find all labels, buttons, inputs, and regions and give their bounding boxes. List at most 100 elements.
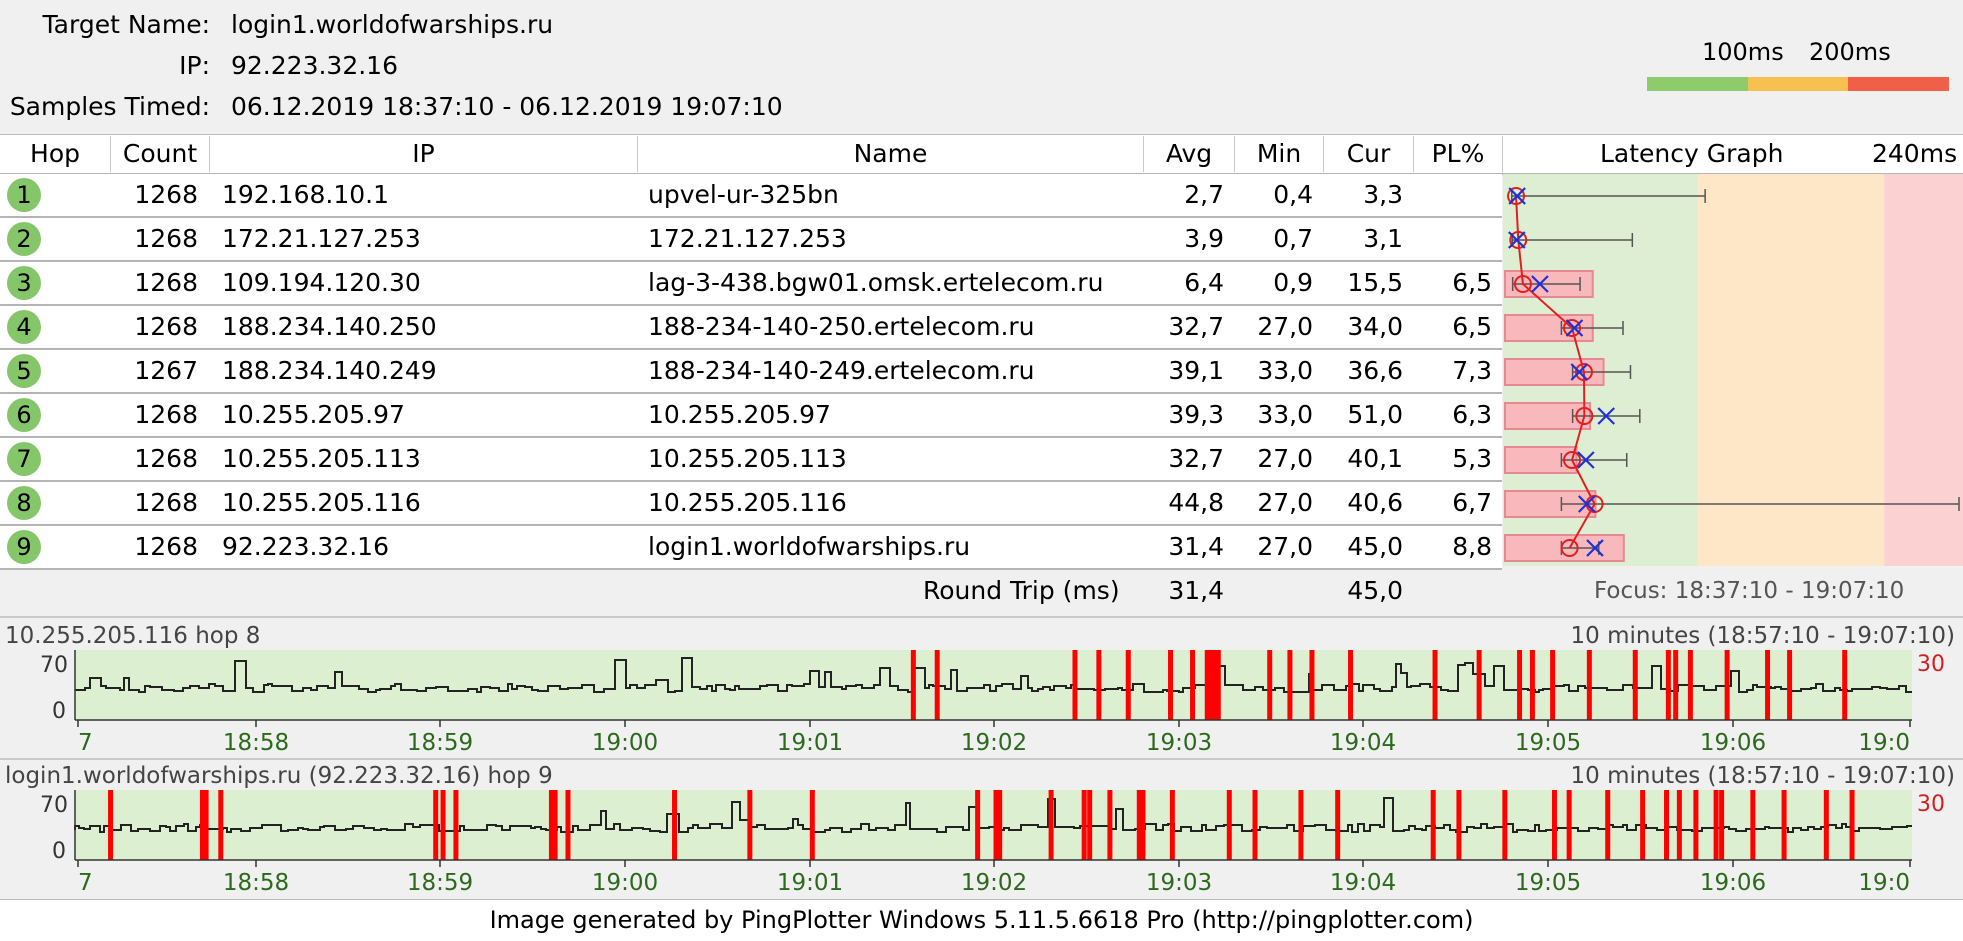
cur-cell: 15,5	[1347, 268, 1403, 297]
col-header-count[interactable]: Count	[111, 136, 210, 172]
mini-chart-title-hop9: login1.worldofwarships.ru (92.223.32.16)…	[5, 763, 553, 789]
x-tick-label: 18:59	[407, 730, 473, 756]
min-cell: 27,0	[1257, 444, 1313, 473]
packet-loss-marker	[1765, 650, 1771, 720]
count-cell: 1268	[134, 180, 198, 209]
packet-loss-marker	[433, 790, 439, 860]
table-row[interactable]: 4 1268 188.234.140.250 188-234-140-250.erte…	[0, 306, 1502, 350]
hop-badge: 5	[7, 354, 41, 388]
divider	[0, 758, 1963, 760]
packet-loss-marker	[975, 790, 981, 860]
ip-cell: 92.223.32.16	[222, 532, 389, 561]
packet-loss-marker	[1096, 650, 1102, 720]
table-row[interactable]: 5 1267 188.234.140.249 188-234-140-249.erte…	[0, 350, 1502, 394]
packet-loss-marker	[1081, 790, 1087, 860]
x-tick-label: 18:58	[223, 870, 289, 896]
packet-loss-marker	[910, 650, 916, 720]
table-row[interactable]: 3 1268 109.194.120.30 lag-3-438.bgw01.omsk.…	[0, 262, 1502, 306]
packet-loss-marker	[1432, 650, 1438, 720]
packet-loss-marker	[1125, 650, 1131, 720]
name-cell: 188-234-140-250.ertelecom.ru	[648, 312, 1035, 341]
packet-loss-marker	[1298, 790, 1304, 860]
x-tick-label: 19:04	[1330, 870, 1396, 896]
packet-loss-marker	[203, 790, 209, 860]
y-tick-top: 70	[40, 793, 68, 818]
packet-loss-marker	[1676, 790, 1682, 860]
col-header-min[interactable]: Min	[1235, 136, 1324, 172]
min-cell: 27,0	[1257, 312, 1313, 341]
x-tick-label: 19:02	[961, 730, 1027, 756]
round-trip-avg: 31,4	[1168, 576, 1224, 605]
x-tick-label: 7	[78, 870, 93, 896]
packet-loss-marker	[565, 790, 571, 860]
avg-cell: 44,8	[1168, 488, 1224, 517]
packet-loss-marker	[453, 790, 459, 860]
avg-cell: 32,7	[1168, 444, 1224, 473]
target-name-label: Target Name:	[42, 10, 210, 39]
packet-loss-marker	[1087, 790, 1093, 860]
table-row[interactable]: 6 1268 10.255.205.97 10.255.205.97 39,3 33,0 5…	[0, 394, 1502, 438]
count-cell: 1268	[134, 444, 198, 473]
ip-cell: 172.21.127.253	[222, 224, 421, 253]
col-header-ip[interactable]: IP	[210, 136, 638, 172]
cur-cell: 3,3	[1363, 180, 1403, 209]
x-tick-label: 19:0	[1858, 730, 1910, 756]
packet-loss-marker	[1687, 650, 1693, 720]
packet-loss-marker	[672, 790, 678, 860]
scale-bar-red	[1848, 77, 1949, 91]
hop-badge: 8	[7, 486, 41, 520]
packet-loss-marker	[747, 790, 753, 860]
packet-loss-marker	[1787, 650, 1793, 720]
count-cell: 1267	[134, 356, 198, 385]
footer-credit: Image generated by PingPlotter Windows 5…	[0, 899, 1963, 941]
cur-cell: 45,0	[1347, 532, 1403, 561]
zone-warn	[1697, 174, 1885, 566]
scale-label-100: 100ms	[1702, 38, 1784, 66]
mini-chart-range-hop9: 10 minutes (18:57:10 - 19:07:10)	[1570, 763, 1955, 789]
name-cell: login1.worldofwarships.ru	[648, 532, 971, 561]
table-row[interactable]: 9 1268 92.223.32.16 login1.worldofwarships.…	[0, 526, 1502, 570]
col-header-avg[interactable]: Avg	[1144, 136, 1235, 172]
packet-loss-marker	[1693, 790, 1699, 860]
packet-loss-marker	[1632, 650, 1638, 720]
name-cell: 10.255.205.113	[648, 444, 847, 473]
avg-cell: 39,1	[1168, 356, 1224, 385]
pl-scale-label: 30	[1917, 792, 1945, 817]
table-row[interactable]: 7 1268 10.255.205.113 10.255.205.113 32,7 27,…	[0, 438, 1502, 482]
pl-cell: 7,3	[1452, 356, 1492, 385]
col-header-name[interactable]: Name	[638, 136, 1144, 172]
packet-loss-marker	[1640, 790, 1646, 860]
avg-cell: 2,7	[1184, 180, 1224, 209]
packet-loss-marker	[1713, 790, 1719, 860]
cur-cell: 40,6	[1347, 488, 1403, 517]
packet-loss-marker	[552, 790, 558, 860]
name-cell: upvel-ur-325bn	[648, 180, 839, 209]
pl-scale-label: 30	[1917, 652, 1945, 677]
count-cell: 1268	[134, 488, 198, 517]
pl-cell: 6,7	[1452, 488, 1492, 517]
packet-loss-marker	[1309, 650, 1315, 720]
packet-loss-marker	[934, 650, 940, 720]
x-tick-label: 19:02	[961, 870, 1027, 896]
min-cell: 0,7	[1273, 224, 1313, 253]
table-row[interactable]: 2 1268 172.21.127.253 172.21.127.253 3,9 0,7 3…	[0, 218, 1502, 262]
latency-graph	[1503, 174, 1963, 566]
x-tick-label: 19:03	[1146, 730, 1212, 756]
hop-badge: 6	[7, 398, 41, 432]
col-header-hop[interactable]: Hop	[0, 136, 111, 172]
cur-cell: 36,6	[1347, 356, 1403, 385]
table-row[interactable]: 1 1268 192.168.10.1 upvel-ur-325bn 2,7 0,4 3,3	[0, 174, 1502, 218]
col-header-cur[interactable]: Cur	[1324, 136, 1414, 172]
y-tick-bottom: 0	[52, 839, 66, 864]
min-cell: 33,0	[1257, 356, 1313, 385]
x-tick-label: 18:58	[223, 730, 289, 756]
x-tick-label: 19:04	[1330, 730, 1396, 756]
packet-loss-marker	[1287, 650, 1293, 720]
packet-loss-marker	[1665, 650, 1671, 720]
cur-cell: 40,1	[1347, 444, 1403, 473]
table-row[interactable]: 8 1268 10.255.205.116 10.255.205.116 44,8 27,…	[0, 482, 1502, 526]
col-header-pl[interactable]: PL%	[1414, 136, 1503, 172]
packet-loss-marker	[1226, 790, 1232, 860]
packet-loss-marker	[1566, 790, 1572, 860]
x-tick-label: 19:06	[1700, 730, 1766, 756]
